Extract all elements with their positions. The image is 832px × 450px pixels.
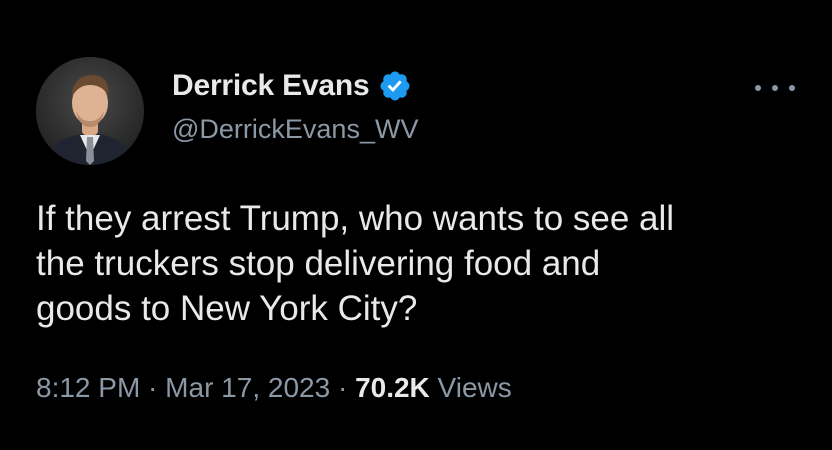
more-options-icon[interactable] bbox=[755, 80, 795, 96]
tweet-date[interactable]: Mar 17, 2023 bbox=[165, 372, 330, 403]
views-count: 70.2K bbox=[355, 372, 430, 403]
user-identity: Derrick Evans @DerrickEvans_WV bbox=[172, 64, 418, 145]
verified-badge-icon bbox=[378, 69, 412, 103]
avatar-image bbox=[36, 57, 144, 165]
views-label: Views bbox=[429, 372, 512, 403]
tweet-text: If they arrest Trump, who wants to see a… bbox=[36, 199, 675, 328]
tweet-card: Derrick Evans @DerrickEvans_WV If they a… bbox=[0, 0, 832, 450]
avatar[interactable] bbox=[36, 57, 144, 165]
tweet-meta: 8:12 PM · Mar 17, 2023 · 70.2K Views bbox=[36, 372, 512, 404]
meta-separator: · bbox=[330, 372, 356, 403]
meta-separator: · bbox=[140, 372, 166, 403]
tweet-time[interactable]: 8:12 PM bbox=[36, 372, 140, 403]
more-dot bbox=[772, 85, 778, 91]
display-name[interactable]: Derrick Evans bbox=[172, 69, 370, 103]
name-row: Derrick Evans bbox=[172, 64, 418, 108]
user-handle[interactable]: @DerrickEvans_WV bbox=[172, 114, 418, 145]
more-dot bbox=[755, 85, 761, 91]
more-dot bbox=[789, 85, 795, 91]
